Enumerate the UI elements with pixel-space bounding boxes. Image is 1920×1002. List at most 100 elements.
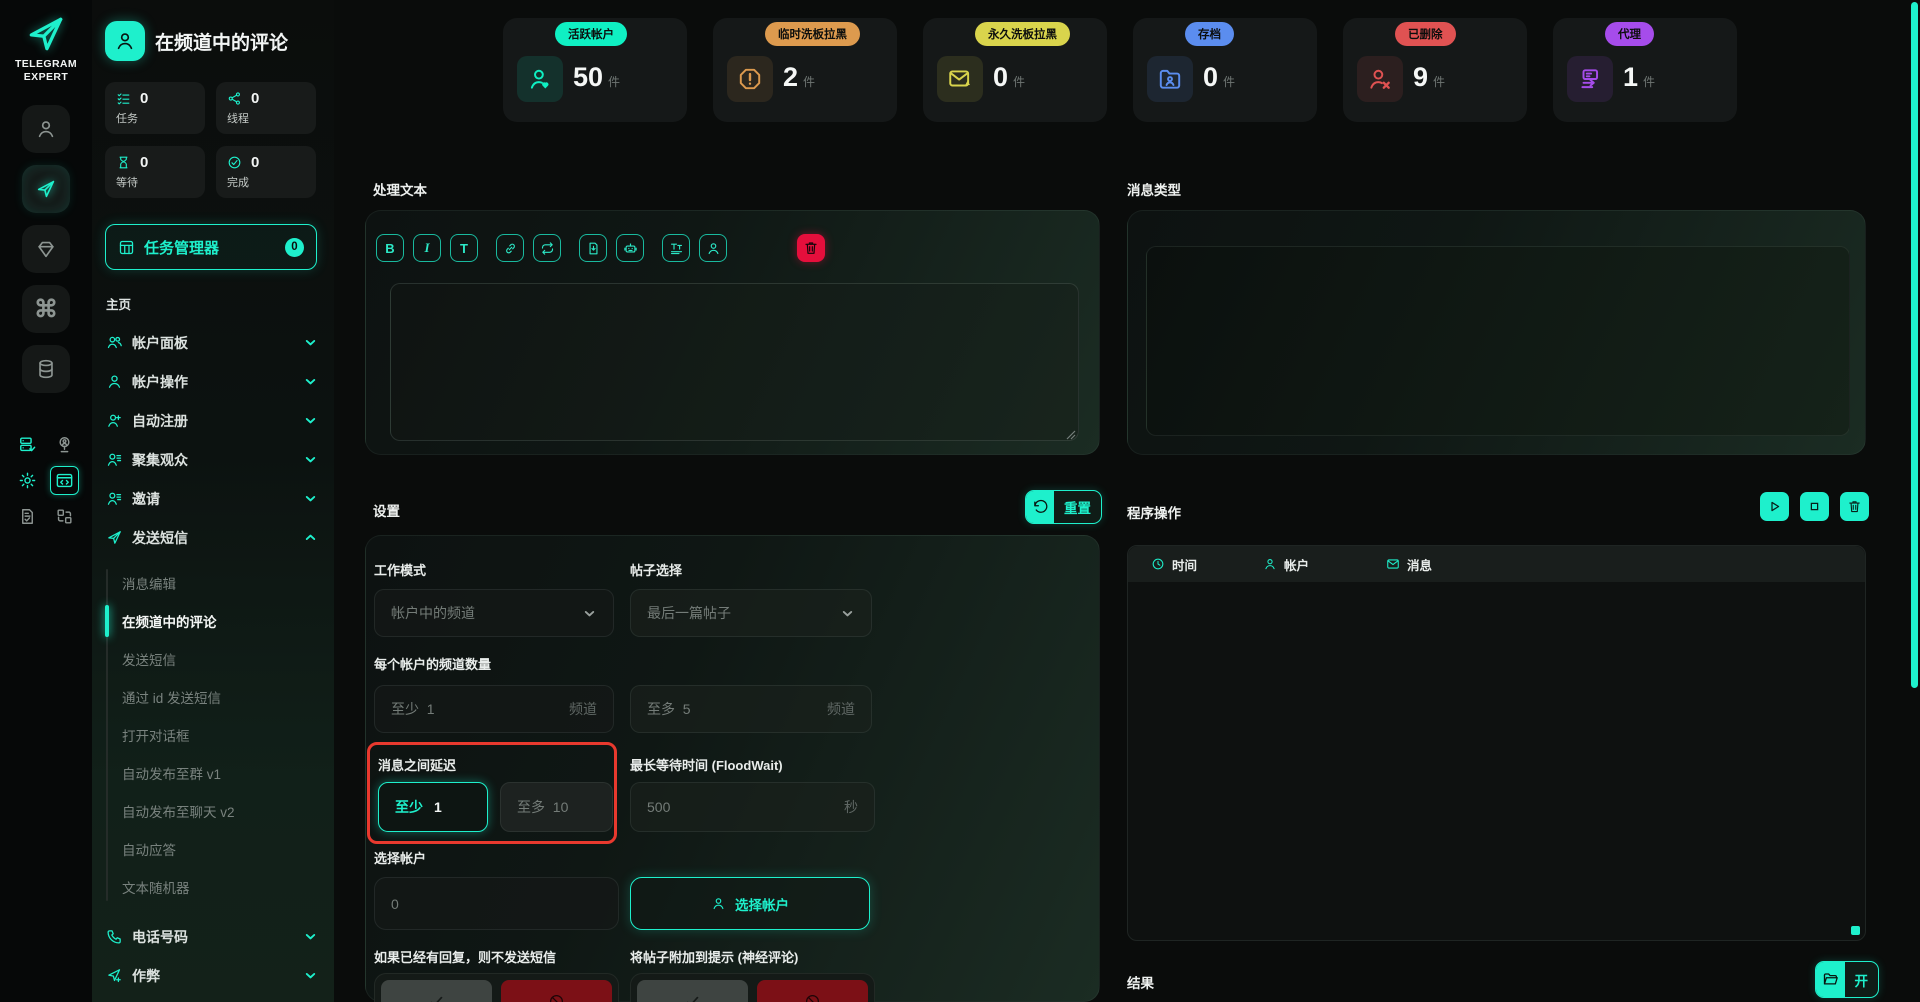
submenu-item[interactable]: 自动发布至群 v1 (92, 754, 334, 792)
work-mode-select[interactable]: 帐户中的频道 (374, 589, 614, 637)
submenu-item[interactable]: 消息编辑 (92, 564, 334, 602)
submenu-item[interactable]: 自动应答 (92, 830, 334, 868)
sidebar-submenu: 消息编辑 在频道中的评论 发送短信 通过 id 发送短信 打开对话框 自动发布至群 v1 自… (92, 564, 334, 906)
submenu-item[interactable]: 通过 id 发送短信 (92, 678, 334, 716)
choose-accounts-button[interactable]: 选择帐户 (630, 877, 870, 930)
folder-user-icon (1147, 56, 1193, 102)
toolbar-textT-button[interactable]: T (450, 234, 478, 262)
sidebar: 在频道中的评论 0 任务 0 线程 0 等待 0 完成 任务管理器 0 主页 帐户面板 帐户操作… (92, 0, 334, 1002)
stop-button[interactable] (1800, 492, 1829, 521)
sidebar-item[interactable]: 帐户操作 (92, 362, 334, 401)
proxy-icon (1567, 56, 1613, 102)
toolbar-link-button[interactable] (496, 234, 524, 262)
toolbar-text-lines-button[interactable] (662, 234, 690, 262)
toolbar-repeat-button[interactable] (533, 234, 561, 262)
message-text-input[interactable] (390, 283, 1079, 441)
post-select[interactable]: 最后一篇帖子 (630, 589, 872, 637)
toolbar-italic-button[interactable]: I (413, 234, 441, 262)
delete-text-button[interactable] (797, 234, 825, 262)
column-header-user: 帐户 (1263, 546, 1309, 582)
submenu-item[interactable]: 文本随机器 (92, 868, 334, 906)
check-circle-icon (227, 155, 242, 170)
task-manager-badge: 0 (285, 237, 304, 257)
rail-item-send[interactable] (22, 165, 70, 213)
user-list-icon (106, 451, 123, 468)
stat-label: 任务 (116, 113, 138, 125)
chevron-down-icon (303, 968, 318, 983)
chevron-down-icon (303, 452, 318, 467)
toggle-no-option[interactable] (501, 980, 612, 1002)
mini-item-code-window[interactable] (50, 466, 79, 495)
toolbar-user-button[interactable] (699, 234, 727, 262)
mini-item-doc-check[interactable] (13, 502, 42, 531)
column-label: 消息 (1407, 558, 1433, 573)
delay-min-input[interactable]: 至少 1 (378, 782, 488, 832)
user-icon (106, 373, 123, 390)
mini-item-webcam-user[interactable] (50, 430, 79, 459)
floodwait-input[interactable]: 500 秒 (630, 782, 875, 832)
file-down-icon (586, 241, 601, 256)
resize-handle[interactable] (1851, 926, 1860, 935)
delay-max-input[interactable]: 至多 10 (500, 782, 613, 832)
toggle-no-option[interactable] (757, 980, 868, 1002)
clear-log-button[interactable] (1840, 492, 1869, 521)
submenu-item[interactable]: 打开对话框 (92, 716, 334, 754)
reset-button[interactable]: 重置 (1025, 490, 1102, 524)
sidebar-menu-bottom: 电话号码 作弊 (92, 917, 334, 995)
app-window: TELEGRAM EXPERT ⌘ 在频道中的评论 0 任务 0 线程 0 等待 0 完成 任… (0, 0, 1920, 1002)
sidebar-item[interactable]: 帐户面板 (92, 323, 334, 362)
submenu-item[interactable]: 自动发布至聊天 v2 (92, 792, 334, 830)
mini-item-server-check[interactable] (13, 430, 42, 459)
status-badge: 临时洗板拉黑 (765, 22, 860, 46)
sidebar-item[interactable]: 聚集观众 (92, 440, 334, 479)
submenu-item[interactable]: 在频道中的评论 (92, 602, 334, 640)
channels-per-account-label: 每个帐户的频道数量 (374, 657, 492, 672)
robot-icon (623, 241, 638, 256)
task-stats: 0 任务 0 线程 0 等待 0 完成 (105, 82, 316, 198)
stat-card-value: 0件 (993, 62, 1026, 92)
settings-title: 设置 (373, 504, 400, 519)
user-heart-icon (517, 56, 563, 102)
rail-item-gem[interactable] (22, 225, 70, 273)
status-badge: 存档 (1185, 22, 1234, 46)
sidebar-item[interactable]: 自动注册 (92, 401, 334, 440)
toggle-yes-option[interactable] (637, 980, 748, 1002)
toolbar-bold-button[interactable]: B (376, 234, 404, 262)
mail-icon (1386, 557, 1400, 571)
doc-check-icon (18, 507, 37, 526)
repeat-icon (540, 241, 555, 256)
sidebar-item[interactable]: 作弊 (92, 956, 334, 995)
share-icon (227, 91, 242, 106)
toolbar-robot-button[interactable] (616, 234, 644, 262)
scrollbar[interactable] (1911, 2, 1918, 688)
sidebar-item[interactable]: 电话号码 (92, 917, 334, 956)
operations-table-header: 时间 帐户 消息 (1128, 546, 1865, 582)
toggle-yes-option[interactable] (381, 980, 492, 1002)
rail-item-user[interactable] (22, 105, 70, 153)
toolbar-file-down-button[interactable] (579, 234, 607, 262)
swap-squares-icon (55, 507, 74, 526)
sidebar-item[interactable]: 邀请 (92, 479, 334, 518)
rail-item-command[interactable]: ⌘ (22, 285, 70, 333)
channels-min-input[interactable]: 至少 1 频道 (374, 685, 614, 733)
rail-item-database[interactable] (22, 345, 70, 393)
sidebar-item[interactable]: 发送短信 (92, 518, 334, 557)
submenu-item[interactable]: 发送短信 (92, 640, 334, 678)
channels-max-input[interactable]: 至多 5 频道 (630, 685, 872, 733)
task-manager-button[interactable]: 任务管理器 0 (105, 224, 317, 270)
open-results-button[interactable]: 开 (1815, 961, 1879, 998)
chevron-down-icon (303, 374, 318, 389)
rail-nav: ⌘ (22, 105, 70, 393)
mini-item-swap-squares[interactable] (50, 502, 79, 531)
command-icon: ⌘ (34, 295, 58, 323)
stat-card-value: 9件 (1413, 62, 1446, 92)
mini-item-gear-chat[interactable] (13, 466, 42, 495)
textarea-resize-grip[interactable] (1066, 430, 1076, 440)
message-type-list[interactable] (1146, 246, 1850, 436)
send-plus-icon (106, 967, 123, 984)
editor-title: 处理文本 (373, 183, 427, 198)
stat-value: 0 (251, 90, 260, 107)
start-button[interactable] (1760, 492, 1789, 521)
user-icon (1263, 557, 1277, 571)
account-count-input[interactable]: 0 (374, 877, 619, 930)
